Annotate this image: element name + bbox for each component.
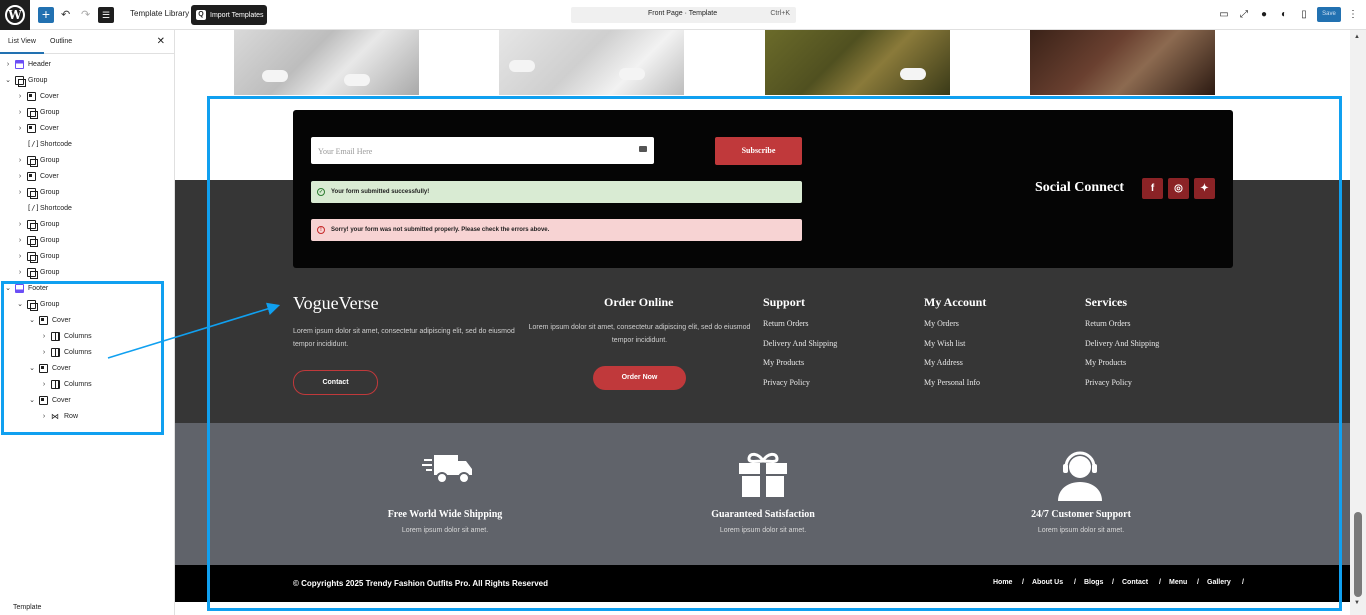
- tree-item-label: Shortcode: [40, 140, 72, 148]
- header-block-icon: [15, 59, 24, 69]
- tree-item-label: Group: [28, 76, 48, 84]
- group-block-icon: [27, 155, 38, 167]
- sidebar-tabs: List View Outline ✕: [0, 30, 174, 54]
- tree-item-cover[interactable]: › Cover: [16, 168, 59, 184]
- cover-block-icon: [27, 123, 36, 133]
- shortcut-hint: Ctrl+K: [770, 10, 790, 17]
- chevron-right-icon[interactable]: ›: [16, 157, 24, 164]
- tree-item-label: Group: [40, 108, 60, 116]
- tree-item-header[interactable]: › Header: [4, 56, 51, 72]
- tree-item-cover[interactable]: › Cover: [16, 88, 59, 104]
- external-view-icon[interactable]: ⤢: [1237, 8, 1251, 22]
- desktop-preview-icon[interactable]: ▭: [1217, 8, 1231, 22]
- product-image: [234, 30, 419, 95]
- settings-sidebar-icon[interactable]: ▯: [1297, 8, 1311, 22]
- chevron-right-icon[interactable]: ›: [16, 173, 24, 180]
- tree-item-group[interactable]: › Group: [16, 264, 59, 280]
- chevron-right-icon[interactable]: ›: [16, 109, 24, 116]
- tree-item-group[interactable]: › Group: [16, 248, 59, 264]
- tree-item-label: Group: [40, 268, 60, 276]
- tree-item-label: Cover: [40, 172, 59, 180]
- template-library-button[interactable]: Template Library: [130, 9, 189, 18]
- save-button[interactable]: Save: [1317, 7, 1341, 22]
- tree-item-label: Cover: [40, 124, 59, 132]
- scrollbar-thumb[interactable]: [1354, 512, 1362, 597]
- product-image: [765, 30, 950, 95]
- chevron-right-icon[interactable]: ›: [16, 189, 24, 196]
- chevron-right-icon[interactable]: ›: [16, 269, 24, 276]
- tree-item-label: Group: [40, 156, 60, 164]
- chevron-right-icon[interactable]: ›: [4, 61, 12, 68]
- chevron-right-icon[interactable]: ›: [16, 253, 24, 260]
- import-templates-label: Import Templates: [210, 11, 264, 19]
- group-block-icon: [27, 107, 38, 119]
- group-block-icon: [27, 219, 38, 231]
- tree-item-group[interactable]: › Group: [16, 232, 59, 248]
- annotation-arrow: [107, 302, 281, 359]
- close-icon[interactable]: ✕: [157, 36, 165, 47]
- sc-block-icon: [/]: [27, 203, 40, 212]
- group-block-icon: [27, 267, 38, 279]
- tree-item-label: Cover: [40, 92, 59, 100]
- options-menu-icon[interactable]: ⋮: [1346, 8, 1360, 22]
- tab-list-view[interactable]: List View: [0, 38, 44, 54]
- tree-item-label: Group: [40, 252, 60, 260]
- cover-block-icon: [27, 91, 36, 101]
- redo-icon[interactable]: ↷: [81, 8, 90, 21]
- tree-item-label: Header: [28, 60, 51, 68]
- tree-item-label: Group: [40, 220, 60, 228]
- tree-item-group[interactable]: › Group: [16, 152, 59, 168]
- product-image: [499, 30, 684, 95]
- group-block-icon: [27, 235, 38, 247]
- tree-item-shortcode[interactable]: [/] Shortcode: [16, 136, 72, 152]
- tree-item-group[interactable]: › Group: [16, 216, 59, 232]
- tree-item-group[interactable]: ⌄ Group: [4, 72, 47, 88]
- plugin-g-icon[interactable]: ●: [1257, 8, 1271, 22]
- editor-topbar: W + ↶ ↷ ☰ Template Library Q Import Temp…: [0, 0, 1366, 30]
- add-block-button[interactable]: +: [38, 7, 54, 23]
- tree-item-label: Group: [40, 188, 60, 196]
- list-view-toggle-icon[interactable]: ☰: [98, 7, 114, 23]
- tree-item-group[interactable]: › Group: [16, 184, 59, 200]
- chevron-right-icon[interactable]: ›: [16, 93, 24, 100]
- chevron-right-icon[interactable]: ›: [16, 125, 24, 132]
- chevron-right-icon[interactable]: ›: [16, 221, 24, 228]
- command-palette-bar[interactable]: Front Page · Template Ctrl+K: [571, 7, 796, 23]
- document-title: Front Page · Template: [648, 10, 718, 17]
- tree-item-shortcode[interactable]: [/] Shortcode: [16, 200, 72, 216]
- undo-icon[interactable]: ↶: [61, 8, 70, 21]
- tab-outline[interactable]: Outline: [50, 38, 72, 45]
- group-block-icon: [27, 187, 38, 199]
- tree-item-cover[interactable]: › Cover: [16, 120, 59, 136]
- tree-item-group[interactable]: › Group: [16, 104, 59, 120]
- group-block-icon: [15, 75, 26, 87]
- styles-contrast-icon[interactable]: ◐: [1277, 8, 1291, 22]
- import-icon: Q: [196, 10, 206, 20]
- footer-selection-highlight: [207, 96, 1342, 611]
- scroll-up-icon[interactable]: ▲: [1354, 34, 1360, 40]
- wordpress-logo-icon[interactable]: W: [0, 0, 30, 30]
- group-block-icon: [27, 251, 38, 263]
- tree-item-label: Shortcode: [40, 204, 72, 212]
- import-templates-button[interactable]: Q Import Templates: [191, 5, 267, 25]
- sidebar-footer-label: Template: [13, 604, 42, 611]
- chevron-right-icon[interactable]: ›: [16, 237, 24, 244]
- tree-item-label: Group: [40, 236, 60, 244]
- sc-block-icon: [/]: [27, 139, 40, 148]
- chevron-down-icon[interactable]: ⌄: [4, 76, 12, 84]
- scroll-down-icon[interactable]: ▼: [1354, 600, 1360, 606]
- cover-block-icon: [27, 171, 36, 181]
- product-image: [1030, 30, 1215, 95]
